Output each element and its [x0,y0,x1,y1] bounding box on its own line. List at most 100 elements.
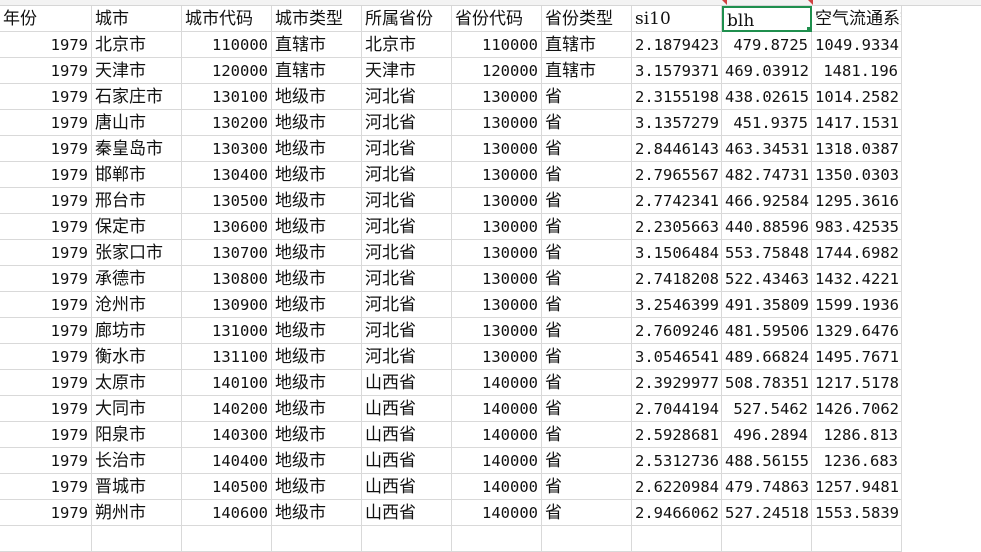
cell-city-code[interactable]: 120000 [182,58,272,84]
cell-air-flow-coef[interactable]: 1295.3616 [812,188,902,214]
cell-city-type[interactable]: 地级市 [272,500,362,526]
cell-air-flow-coef[interactable]: 983.42535 [812,214,902,240]
cell-province-code[interactable]: 130000 [452,292,542,318]
cell-year[interactable]: 1979 [0,110,92,136]
cell-province[interactable]: 河北省 [362,136,452,162]
cell-city[interactable]: 秦皇岛市 [92,136,182,162]
cell-si10[interactable]: 2.5928681 [632,422,722,448]
cell-si10[interactable]: 3.1506484 [632,240,722,266]
cell-year[interactable]: 1979 [0,188,92,214]
header-cell-year[interactable]: 年份 [0,6,92,32]
cell-city-type[interactable]: 地级市 [272,344,362,370]
cell-blh[interactable]: 527.24518 [722,500,812,526]
cell-province[interactable]: 河北省 [362,240,452,266]
cell-province[interactable]: 河北省 [362,266,452,292]
cell-si10[interactable]: 2.7609246 [632,318,722,344]
cell-city-type[interactable]: 地级市 [272,370,362,396]
cell-air-flow-coef[interactable]: 1217.5178 [812,370,902,396]
cell-year[interactable]: 1979 [0,396,92,422]
cell-city-code[interactable] [182,526,272,552]
cell-year[interactable]: 1979 [0,32,92,58]
cell-si10[interactable] [632,526,722,552]
cell-city-code[interactable]: 140100 [182,370,272,396]
cell-province-type[interactable]: 省 [542,162,632,188]
cell-blh[interactable]: 463.34531 [722,136,812,162]
cell-city[interactable] [92,526,182,552]
cell-province[interactable]: 河北省 [362,162,452,188]
cell-si10[interactable]: 2.5312736 [632,448,722,474]
cell-city[interactable]: 唐山市 [92,110,182,136]
cell-province-code[interactable]: 140000 [452,422,542,448]
cell-province-code[interactable]: 110000 [452,32,542,58]
cell-city-code[interactable]: 131000 [182,318,272,344]
cell-year[interactable]: 1979 [0,162,92,188]
cell-province[interactable]: 山西省 [362,396,452,422]
cell-city-type[interactable]: 直辖市 [272,58,362,84]
cell-city-type[interactable]: 地级市 [272,474,362,500]
cell-province-type[interactable]: 省 [542,84,632,110]
cell-province[interactable]: 河北省 [362,110,452,136]
header-cell-province-type[interactable]: 省份类型 [542,6,632,32]
cell-city-code[interactable]: 110000 [182,32,272,58]
cell-city-type[interactable]: 地级市 [272,448,362,474]
cell-province-type[interactable]: 省 [542,422,632,448]
cell-city-type[interactable]: 地级市 [272,214,362,240]
cell-city-code[interactable]: 140200 [182,396,272,422]
cell-blh[interactable]: 527.5462 [722,396,812,422]
cell-province-type[interactable]: 直辖市 [542,58,632,84]
cell-city-type[interactable]: 地级市 [272,136,362,162]
cell-air-flow-coef[interactable]: 1599.1936 [812,292,902,318]
cell-city-code[interactable]: 131100 [182,344,272,370]
cell-city[interactable]: 邢台市 [92,188,182,214]
cell-city-type[interactable]: 地级市 [272,162,362,188]
cell-city-code[interactable]: 130800 [182,266,272,292]
cell-blh[interactable]: 553.75848 [722,240,812,266]
cell-city[interactable]: 太原市 [92,370,182,396]
cell-province-code[interactable]: 130000 [452,110,542,136]
cell-si10[interactable]: 2.8446143 [632,136,722,162]
cell-year[interactable]: 1979 [0,344,92,370]
cell-city-code[interactable]: 130100 [182,84,272,110]
cell-si10[interactable]: 3.0546541 [632,344,722,370]
cell-si10[interactable]: 2.6220984 [632,474,722,500]
cell-province[interactable] [362,526,452,552]
cell-year[interactable]: 1979 [0,422,92,448]
cell-province-type[interactable]: 省 [542,474,632,500]
cell-year[interactable]: 1979 [0,58,92,84]
cell-si10[interactable]: 2.7044194 [632,396,722,422]
cell-province-code[interactable]: 140000 [452,370,542,396]
cell-province-code[interactable]: 140000 [452,396,542,422]
cell-city-type[interactable]: 地级市 [272,240,362,266]
cell-blh[interactable]: 479.8725 [722,32,812,58]
cell-air-flow-coef[interactable]: 1286.813 [812,422,902,448]
cell-year[interactable]: 1979 [0,448,92,474]
cell-si10[interactable]: 2.1879423 [632,32,722,58]
cell-blh[interactable]: 488.56155 [722,448,812,474]
cell-province[interactable]: 河北省 [362,292,452,318]
cell-province-type[interactable]: 省 [542,214,632,240]
cell-air-flow-coef[interactable]: 1049.9334 [812,32,902,58]
cell-blh[interactable]: 496.2894 [722,422,812,448]
cell-year[interactable]: 1979 [0,136,92,162]
cell-province-code[interactable]: 130000 [452,318,542,344]
cell-si10[interactable]: 2.9466062 [632,500,722,526]
cell-air-flow-coef[interactable]: 1495.7671 [812,344,902,370]
cell-city[interactable]: 石家庄市 [92,84,182,110]
cell-province-type[interactable]: 省 [542,396,632,422]
cell-blh[interactable]: 440.88596 [722,214,812,240]
cell-city[interactable]: 承德市 [92,266,182,292]
cell-province[interactable]: 河北省 [362,188,452,214]
cell-city[interactable]: 廊坊市 [92,318,182,344]
cell-city[interactable]: 天津市 [92,58,182,84]
cell-blh[interactable]: 489.66824 [722,344,812,370]
cell-province[interactable]: 河北省 [362,214,452,240]
cell-province-code[interactable]: 130000 [452,266,542,292]
cell-province-type[interactable]: 省 [542,240,632,266]
cell-blh[interactable]: 438.02615 [722,84,812,110]
cell-blh[interactable]: 491.35809 [722,292,812,318]
cell-air-flow-coef[interactable]: 1744.6982 [812,240,902,266]
cell-year[interactable]: 1979 [0,370,92,396]
cell-si10[interactable]: 3.2546399 [632,292,722,318]
cell-city-code[interactable]: 130500 [182,188,272,214]
cell-province-code[interactable]: 130000 [452,84,542,110]
